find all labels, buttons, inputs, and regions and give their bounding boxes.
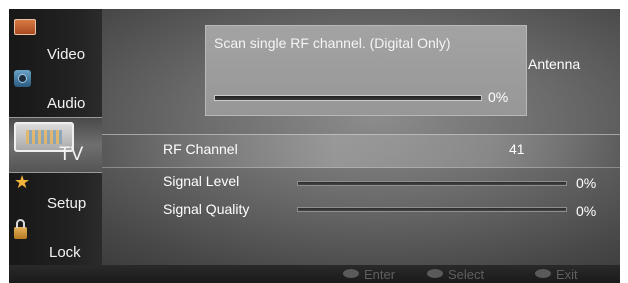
speaker-icon [14,70,31,87]
tv-settings-screen: Video Audio TV ★ Setup Lock Scan single … [0,0,628,283]
exit-hint: Exit [535,267,578,282]
rf-channel-value[interactable]: 41 [509,141,525,157]
tv-menu-panel: Video Audio TV ★ Setup Lock Scan single … [9,9,620,283]
signal-level-value: 0% [576,175,597,191]
scan-progress-percent: 0% [488,89,509,105]
sidebar-item-audio[interactable]: Audio [9,67,102,117]
sidebar-item-label: Setup [47,195,87,212]
sidebar-item-label: Audio [47,95,86,112]
sidebar-item-setup[interactable]: ★ Setup [9,173,102,219]
signal-level-meter [297,181,567,186]
sidebar-item-video[interactable]: Video [9,17,102,67]
signal-quality-label: Signal Quality [163,201,250,217]
scan-progress-bar [214,95,482,101]
select-hint-label: Select [448,267,485,282]
select-hint: Select [427,267,484,282]
enter-button-icon [343,269,359,278]
signal-quality-value: 0% [576,203,597,219]
scan-dialog: Scan single RF channel. (Digital Only) 0… [205,25,527,116]
return-icon [535,269,551,278]
video-icon [14,19,36,35]
sidebar-item-label: TV [59,144,84,165]
rf-channel-label: RF Channel [163,141,238,157]
signal-quality-meter [297,207,567,212]
scan-message: Scan single RF channel. (Digital Only) [214,35,451,51]
sidebar-item-tv[interactable]: TV [9,117,102,173]
exit-hint-label: Exit [556,267,578,282]
button-hint-bar: Enter Select Exit [9,265,620,283]
sidebar: Video Audio TV ★ Setup Lock [9,9,102,283]
sidebar-item-lock[interactable]: Lock [9,219,102,265]
enter-hint-label: Enter [364,267,396,282]
sidebar-item-label: Video [47,46,86,63]
padlock-icon [14,219,27,239]
signal-source-label: Antenna [528,56,581,72]
star-icon: ★ [14,172,31,192]
dpad-icon [427,269,443,278]
enter-hint: Enter [343,267,395,282]
sidebar-item-label: Lock [49,244,81,261]
signal-level-label: Signal Level [163,173,240,189]
